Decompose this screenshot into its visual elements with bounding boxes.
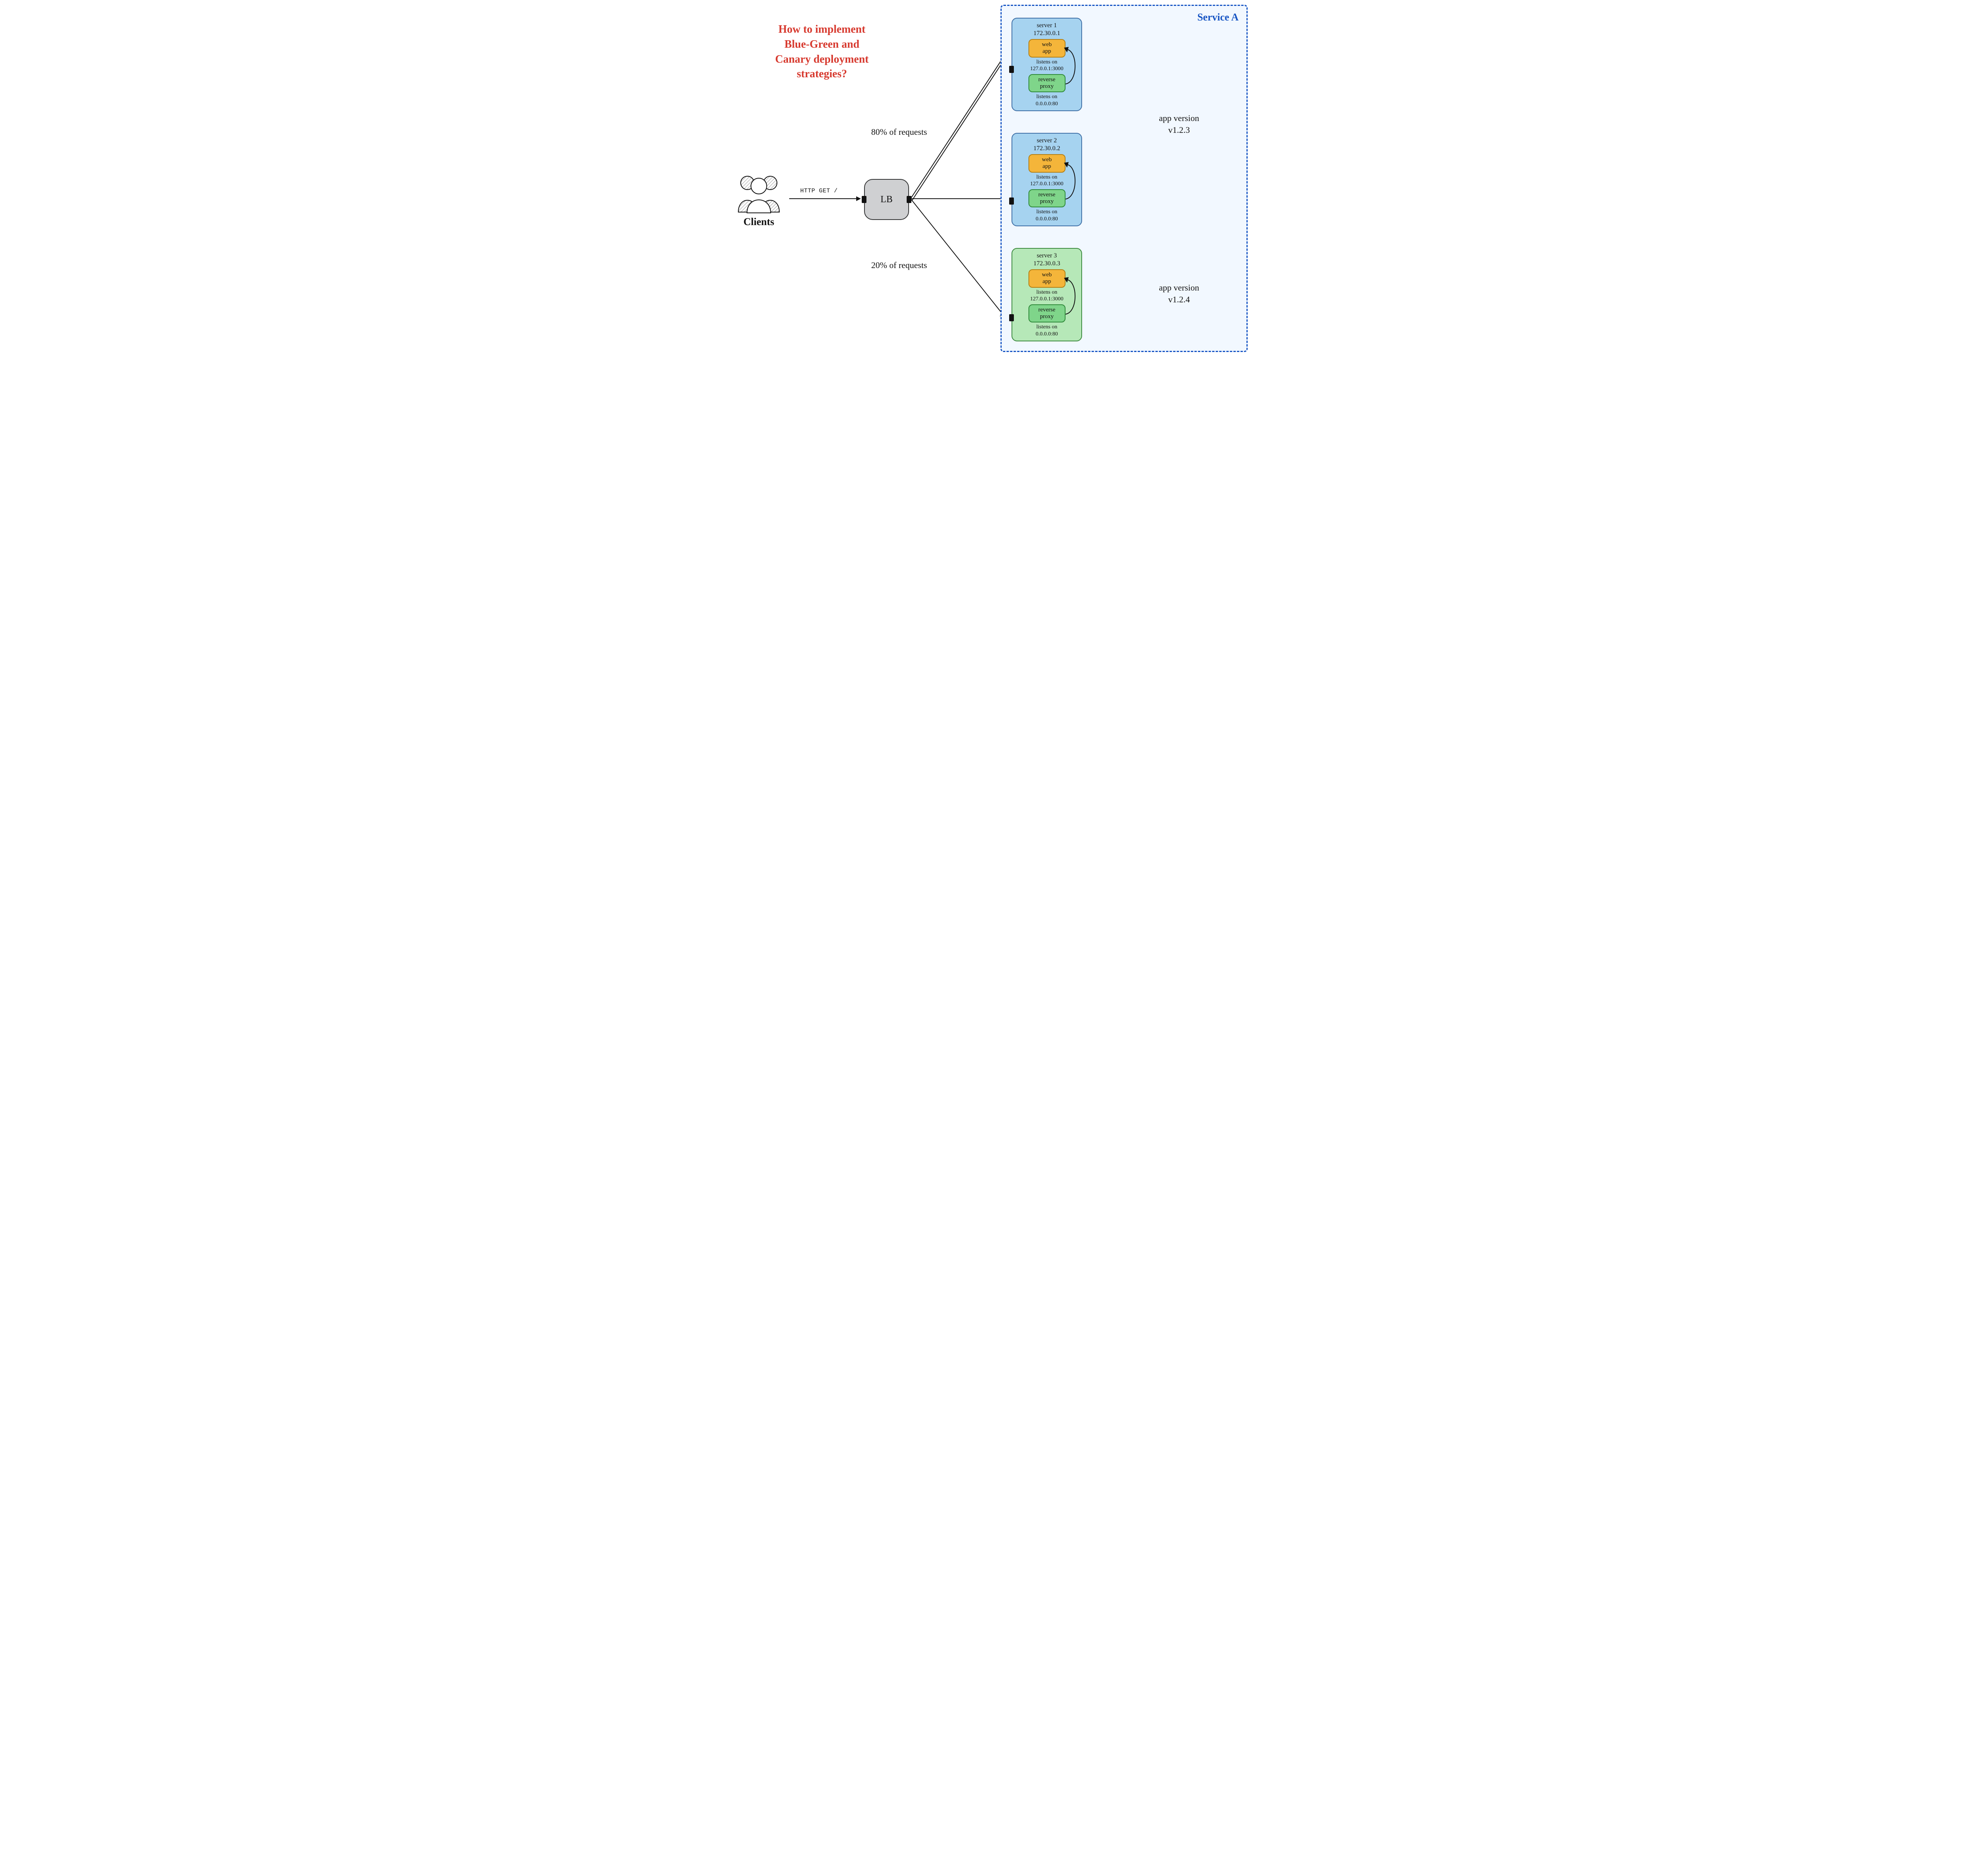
server-1-curve <box>1062 45 1080 88</box>
server-2-port <box>1009 197 1014 205</box>
server-2-ip: 172.30.0.2 <box>1012 145 1081 153</box>
server-1-name: server 1 <box>1012 22 1081 30</box>
server-2-card: server 2 172.30.0.2 webapp listens on127… <box>1012 133 1082 226</box>
server-3-port <box>1009 314 1014 321</box>
server-1-port <box>1009 66 1014 73</box>
clients-icon <box>733 173 784 216</box>
server-2-revproxy: reverseproxy <box>1028 189 1066 208</box>
pct-top: 80% of requests <box>871 127 927 137</box>
server-3-name: server 3 <box>1012 252 1081 260</box>
server-2-curve <box>1062 160 1080 203</box>
service-a-box: Service A server 1 172.30.0.1 webapp lis… <box>1000 5 1248 352</box>
server-3-curve <box>1062 275 1080 318</box>
lb-port-left <box>862 196 866 203</box>
lb-arrows <box>910 39 1012 260</box>
load-balancer-box: LB <box>864 179 909 220</box>
lb-label: LB <box>881 194 893 205</box>
server-2-webapp: webapp <box>1028 154 1066 173</box>
server-1-webapp: webapp <box>1028 39 1066 58</box>
diagram-title: How to implementBlue-Green andCanary dep… <box>751 22 893 82</box>
server-3-proxy-listen: listens on0.0.0.0:80 <box>1012 324 1081 337</box>
server-1-ip: 172.30.0.1 <box>1012 30 1081 37</box>
http-get-label: HTTP GET / <box>800 188 838 194</box>
server-3-webapp: webapp <box>1028 269 1066 288</box>
server-3-ip: 172.30.0.3 <box>1012 260 1081 268</box>
server-3-card: server 3 172.30.0.3 webapp listens on127… <box>1012 248 1082 341</box>
server-3-revproxy: reverseproxy <box>1028 304 1066 323</box>
version-bot: app versionv1.2.4 <box>1144 282 1215 305</box>
server-1-revproxy: reverseproxy <box>1028 74 1066 93</box>
http-arrow <box>788 195 861 203</box>
server-1-card: server 1 172.30.0.1 webapp listens on127… <box>1012 18 1082 111</box>
server-1-proxy-listen: listens on0.0.0.0:80 <box>1012 93 1081 107</box>
server-2-proxy-listen: listens on0.0.0.0:80 <box>1012 209 1081 222</box>
pct-bot: 20% of requests <box>871 260 927 270</box>
clients-label: Clients <box>735 216 782 228</box>
version-top: app versionv1.2.3 <box>1144 112 1215 136</box>
diagram-stage: How to implementBlue-Green andCanary dep… <box>714 0 1257 361</box>
service-a-label: Service A <box>1197 11 1239 23</box>
server-2-name: server 2 <box>1012 137 1081 145</box>
